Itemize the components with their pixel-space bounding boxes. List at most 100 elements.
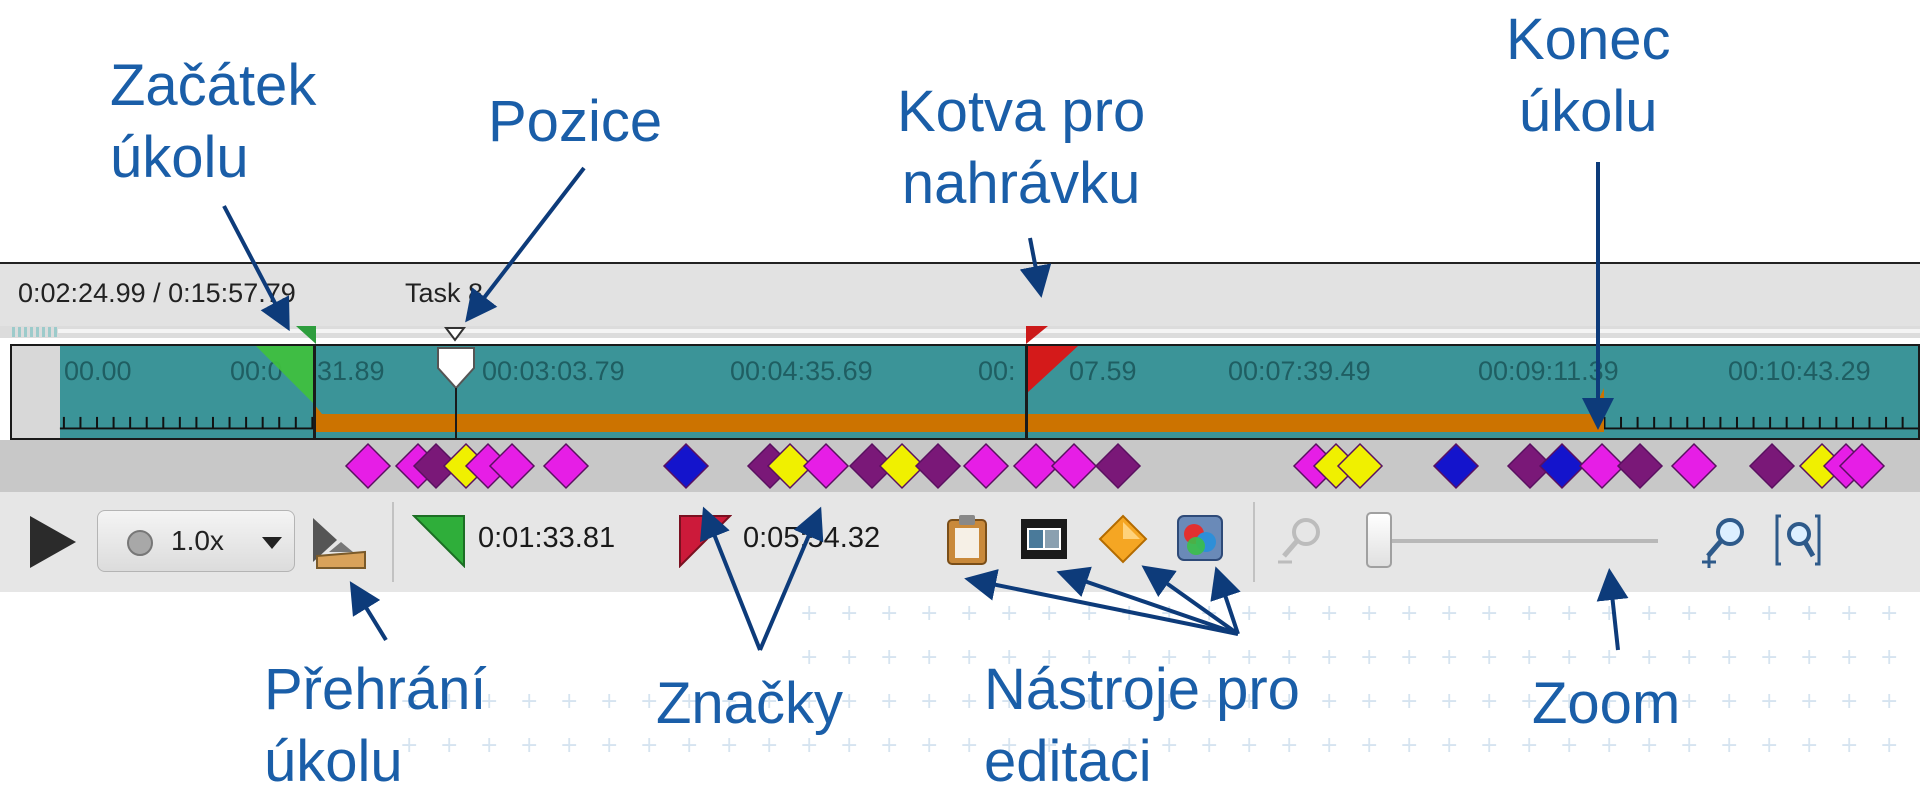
marker-diamond[interactable] xyxy=(1336,442,1384,490)
svg-text:+: + xyxy=(520,733,538,758)
svg-text:+: + xyxy=(840,645,858,670)
toolbar-divider xyxy=(392,502,394,582)
marker-diamond[interactable] xyxy=(662,442,710,490)
marker-diamond[interactable] xyxy=(1538,442,1586,490)
end-flag-icon[interactable] xyxy=(678,514,732,568)
svg-text:+: + xyxy=(1720,601,1738,626)
marker-diamond[interactable] xyxy=(1050,442,1098,490)
start-flag-icon[interactable] xyxy=(412,514,466,568)
zoom-slider-thumb[interactable] xyxy=(1366,512,1392,568)
svg-text:+: + xyxy=(840,601,858,626)
svg-text:+: + xyxy=(1080,601,1098,626)
svg-text:+: + xyxy=(1760,733,1778,758)
zoom-out-icon[interactable] xyxy=(1276,514,1326,566)
task-start-time: 0:01:33.81 xyxy=(478,522,616,554)
position-top-marker xyxy=(444,327,466,342)
svg-text:+: + xyxy=(1880,733,1898,758)
film-strip-icon[interactable] xyxy=(1020,518,1068,560)
svg-text:+: + xyxy=(1640,645,1658,670)
anchor-flag-marker xyxy=(1026,346,1078,394)
svg-text:+: + xyxy=(880,601,898,626)
marker-diamond[interactable] xyxy=(962,442,1010,490)
anchor-top-marker xyxy=(1026,326,1048,344)
svg-text:+: + xyxy=(1440,733,1458,758)
svg-text:+: + xyxy=(1560,645,1578,670)
svg-text:+: + xyxy=(880,733,898,758)
svg-text:+: + xyxy=(1480,689,1498,714)
svg-text:+: + xyxy=(1800,601,1818,626)
svg-text:+: + xyxy=(1440,601,1458,626)
chevron-down-icon xyxy=(262,537,282,549)
marker-diamond[interactable] xyxy=(1748,442,1796,490)
svg-text:+: + xyxy=(1320,645,1338,670)
toolbar-divider xyxy=(1253,502,1255,582)
marker-diamond[interactable] xyxy=(344,442,392,490)
task-range-bar xyxy=(314,388,1604,432)
svg-text:+: + xyxy=(1600,645,1618,670)
svg-text:+: + xyxy=(1680,689,1698,714)
marker-diamonds xyxy=(344,442,1886,490)
svg-text:+: + xyxy=(1840,601,1858,626)
marker-diamond[interactable] xyxy=(802,442,850,490)
svg-text:+: + xyxy=(1640,601,1658,626)
svg-text:+: + xyxy=(1360,601,1378,626)
marker-track[interactable] xyxy=(0,440,1920,492)
svg-text:+: + xyxy=(1280,601,1298,626)
svg-text:+: + xyxy=(1720,733,1738,758)
play-task-icon[interactable] xyxy=(307,512,371,570)
marker-diamond[interactable] xyxy=(1094,442,1142,490)
timeline-toolbar: 1.0x 0:01:33.81 0:05:54.32 xyxy=(0,492,1920,592)
svg-text:+: + xyxy=(1040,601,1058,626)
arrow-playback xyxy=(349,581,388,642)
marker-diamond[interactable] xyxy=(914,442,962,490)
svg-text:+: + xyxy=(920,645,938,670)
svg-text:+: + xyxy=(920,601,938,626)
svg-text:+: + xyxy=(1240,601,1258,626)
svg-text:+: + xyxy=(1800,645,1818,670)
marker-diamond[interactable] xyxy=(1670,442,1718,490)
zoom-fit-icon[interactable] xyxy=(1775,512,1821,568)
diamond-marker-icon[interactable] xyxy=(1098,514,1148,564)
speed-indicator-icon xyxy=(127,530,153,556)
svg-text:+: + xyxy=(1680,645,1698,670)
start-line xyxy=(313,344,316,440)
svg-text:+: + xyxy=(880,645,898,670)
zoom-in-icon[interactable] xyxy=(1700,514,1750,568)
marker-diamond[interactable] xyxy=(1616,442,1664,490)
timeline-editor: 0:02:24.99 / 0:15:57.79 Task 8 00.00 00:… xyxy=(0,262,1920,592)
svg-text:+: + xyxy=(1480,601,1498,626)
svg-text:+: + xyxy=(1680,601,1698,626)
position-playhead xyxy=(437,347,475,390)
svg-text:+: + xyxy=(1320,601,1338,626)
position-line xyxy=(455,388,457,440)
svg-text:+: + xyxy=(1720,645,1738,670)
svg-text:+: + xyxy=(560,733,578,758)
speed-dropdown[interactable]: 1.0x xyxy=(97,510,295,572)
callout-task-end: Konec úkolu xyxy=(1506,7,1671,144)
play-icon[interactable] xyxy=(26,514,80,570)
svg-text:+: + xyxy=(960,645,978,670)
clipboard-icon[interactable] xyxy=(945,514,989,566)
svg-text:+: + xyxy=(1840,733,1858,758)
marker-diamond[interactable] xyxy=(488,442,536,490)
svg-text:+: + xyxy=(1480,645,1498,670)
callout-task-start: Začátek úkolu xyxy=(110,53,317,190)
zoom-slider-track[interactable] xyxy=(1368,539,1658,543)
svg-text:+: + xyxy=(1000,601,1018,626)
svg-text:+: + xyxy=(1480,733,1498,758)
svg-text:+: + xyxy=(1360,733,1378,758)
svg-text:+: + xyxy=(1520,601,1538,626)
svg-text:+: + xyxy=(1120,601,1138,626)
speed-value: 1.0x xyxy=(171,525,224,556)
effects-icon[interactable] xyxy=(1176,514,1224,564)
task-range-overlay xyxy=(256,344,1604,440)
svg-text:+: + xyxy=(1400,689,1418,714)
start-top-marker xyxy=(296,326,316,344)
svg-text:+: + xyxy=(520,689,538,714)
time-readout: 0:02:24.99 / 0:15:57.79 xyxy=(18,278,296,308)
marker-diamond[interactable] xyxy=(542,442,590,490)
svg-text:+: + xyxy=(960,689,978,714)
svg-text:+: + xyxy=(920,689,938,714)
marker-diamond[interactable] xyxy=(1432,442,1480,490)
callout-edit-tools: Nástroje pro editaci xyxy=(984,657,1300,794)
